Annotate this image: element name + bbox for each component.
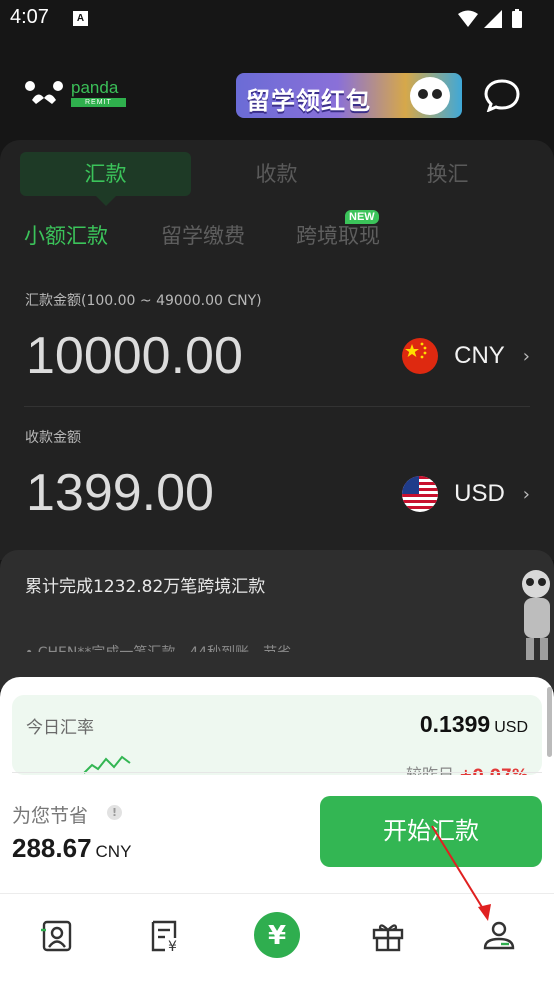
chevron-right-icon: › [522, 483, 530, 505]
stats-ticker: • CHEN**完成一笔汇款，44秒到账，节省 [25, 642, 291, 652]
svg-text:¥: ¥ [168, 939, 177, 954]
sheet-divider [12, 772, 542, 773]
savings-amount: 288.67 [12, 833, 92, 863]
chat-bubble-icon[interactable] [484, 78, 520, 112]
info-icon[interactable]: ! [107, 805, 122, 820]
system-status-icons [458, 9, 522, 28]
start-remit-button[interactable]: 开始汇款 [320, 796, 542, 867]
promo-banner-text: 留学领红包 [246, 87, 371, 115]
tab-exchange[interactable]: 换汇 [362, 152, 533, 196]
usa-flag-icon [402, 476, 439, 512]
send-currency-selector[interactable]: CNY › [402, 338, 530, 374]
receive-amount-value[interactable]: 1399.00 [26, 463, 214, 523]
signal-icon [484, 10, 502, 28]
rate-change-label: 较昨日 [405, 765, 454, 775]
scrollbar[interactable] [547, 687, 552, 757]
notification-icon: A [73, 11, 88, 26]
svg-text:¥: ¥ [268, 921, 286, 951]
panda-remit-logo: panda REMIT [24, 78, 126, 108]
tab-receive[interactable]: 收款 [191, 152, 362, 196]
panda-mascot-icon [410, 77, 450, 115]
main-tabs: 汇款 收款 换汇 [20, 152, 534, 206]
wifi-icon [458, 10, 478, 27]
chevron-right-icon: › [522, 345, 530, 367]
subtab-small-remit[interactable]: 小额汇款 [24, 220, 108, 250]
logo-wordmark: panda [71, 77, 119, 97]
divider [24, 406, 530, 407]
savings-unit: CNY [95, 842, 132, 861]
tab-remit[interactable]: 汇款 [20, 152, 191, 206]
bottom-nav: ¥ ¥ [0, 893, 554, 984]
robot-panda-icon [522, 570, 550, 660]
send-amount-label: 汇款金额(100.00 ~ 49000.00 CNY) [25, 293, 262, 309]
receive-amount-label: 收款金额 [25, 430, 81, 446]
savings-label: 为您节省 [12, 805, 89, 827]
stats-title: 累计完成1232.82万笔跨境汇款 [25, 577, 266, 597]
status-bar: 4:07 A [0, 0, 554, 40]
rate-unit: USD [494, 719, 528, 736]
rate-value: 0.1399 USD [420, 711, 528, 738]
receive-currency-code: USD [454, 480, 505, 507]
savings-value: 288.67 CNY [12, 833, 131, 864]
rate-change-value: +0.07% [459, 765, 528, 775]
send-currency-code: CNY [454, 342, 505, 369]
transaction-records-icon[interactable]: ¥ [147, 918, 183, 954]
remit-home-icon[interactable]: ¥ [254, 912, 300, 958]
subtab-tuition[interactable]: 留学缴费 [161, 220, 245, 250]
panda-logo-icon [25, 81, 63, 104]
profile-icon[interactable] [481, 918, 517, 954]
status-time: 4:07 [10, 6, 49, 28]
transfer-card: 汇款 收款 换汇 小额汇款 留学缴费 跨境取现 NEW 汇款金额(100.00 … [0, 140, 554, 560]
promo-banner[interactable]: 留学领红包 [236, 73, 462, 118]
new-badge: NEW [345, 210, 379, 224]
yuan-icon: ¥ [268, 921, 286, 951]
rate-label: 今日汇率 [26, 718, 94, 738]
gift-icon[interactable] [370, 918, 406, 954]
app-header: panda REMIT 留学领红包 [0, 40, 554, 140]
receive-currency-selector[interactable]: USD › [402, 476, 530, 512]
send-amount-input[interactable]: 10000.00 [26, 326, 243, 386]
logo-subtitle: REMIT [71, 97, 126, 107]
recipient-contacts-icon[interactable] [39, 918, 75, 954]
stats-card: 累计完成1232.82万笔跨境汇款 • CHEN**完成一笔汇款，44秒到账，节… [0, 550, 554, 690]
battery-icon [512, 11, 522, 28]
subtab-cross-border-cash[interactable]: 跨境取现 [296, 220, 380, 250]
rate-number: 0.1399 [419, 711, 491, 737]
exchange-rate-card[interactable]: 今日汇率 0.1399 USD 较昨日 +0.07% [12, 695, 542, 775]
china-flag-icon [402, 338, 439, 374]
